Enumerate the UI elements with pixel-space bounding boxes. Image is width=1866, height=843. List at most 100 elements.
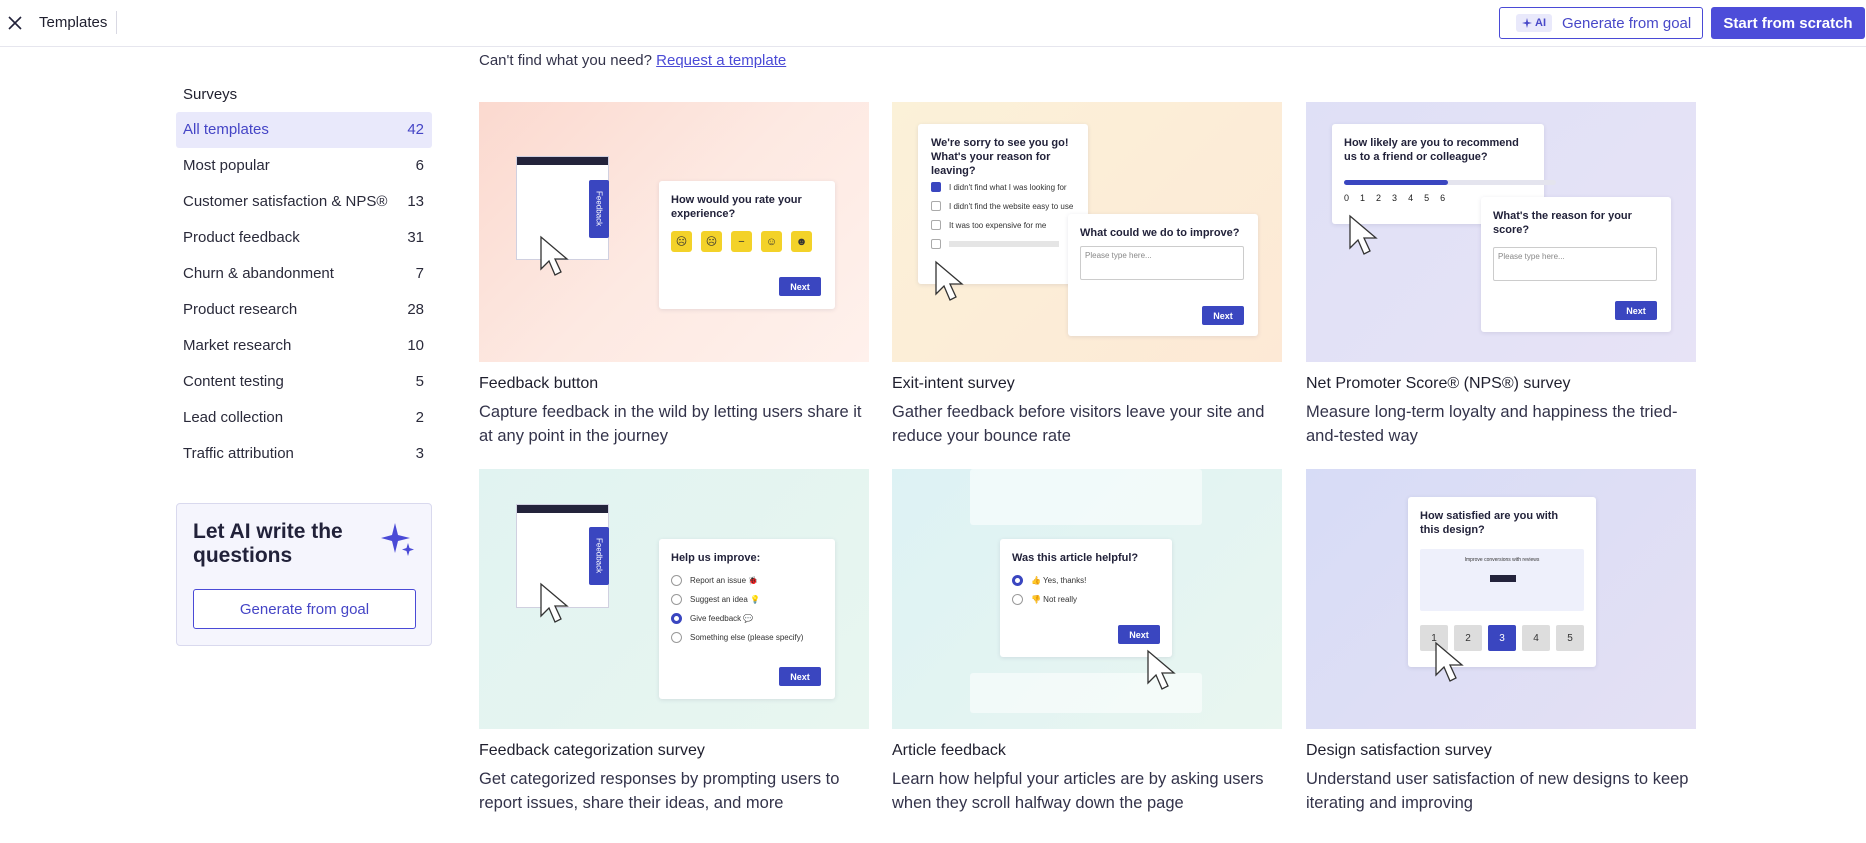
sidebar-item-label: Market research <box>183 337 292 354</box>
love-face-icon: ☻ <box>791 231 812 252</box>
exit-question: We're sorry to see you go! What's your r… <box>931 137 1069 177</box>
exit-option <box>931 239 1073 249</box>
exit-options: I didn't find what I was looking for I d… <box>931 182 1073 249</box>
template-card-design-satisfaction[interactable]: How satisfied are you with this design? … <box>1306 469 1696 815</box>
exit-option: I didn't find what I was looking for <box>931 182 1073 192</box>
card-title[interactable]: Net Promoter Score® (NPS®) survey <box>1306 374 1696 394</box>
cursor-icon <box>1147 649 1176 690</box>
reason-input: Please type here... <box>1493 247 1657 281</box>
category-option: Something else (please specify) <box>671 632 803 643</box>
feedback-tab: Feedback <box>589 527 609 585</box>
sad-face-icon: ☹ <box>701 231 722 252</box>
sidebar-item-lead-collection[interactable]: Lead collection 2 <box>176 400 432 436</box>
card-title[interactable]: Design satisfaction survey <box>1306 741 1696 761</box>
template-preview[interactable]: How likely are you to recommend us to a … <box>1306 102 1696 362</box>
card-title[interactable]: Article feedback <box>892 741 1282 761</box>
sparkle-icon <box>381 523 414 556</box>
categorization-panel: Help us improve: Report an issue 🐞 Sugge… <box>659 539 835 699</box>
sidebar-item-count: 6 <box>415 157 424 174</box>
ai-promo-title: Let AI write the questions <box>193 520 343 567</box>
sidebar-item-label: All templates <box>183 121 269 138</box>
sidebar-item-count: 10 <box>407 337 424 354</box>
ai-badge: AI <box>1516 14 1552 32</box>
template-preview[interactable]: Was this article helpful? 👍 Yes, thanks!… <box>892 469 1282 729</box>
exit-option: It was too expensive for me <box>931 220 1073 230</box>
sidebar-item-product-feedback[interactable]: Product feedback 31 <box>176 220 432 256</box>
sidebar-item-count: 7 <box>415 265 424 282</box>
generate-from-goal-label: Generate from goal <box>1562 14 1692 32</box>
article-question: Was this article helpful? <box>1012 552 1139 564</box>
start-from-scratch-button[interactable]: Start from scratch <box>1711 7 1865 39</box>
sparkle-icon <box>1522 18 1532 28</box>
sidebar-item-market-research[interactable]: Market research 10 <box>176 328 432 364</box>
cursor-icon <box>540 235 569 276</box>
next-button: Next <box>1118 625 1160 644</box>
card-description: Understand user satisfaction of new desi… <box>1306 770 1689 812</box>
rating-question: How would you rate your experience? <box>671 194 802 220</box>
reason-panel: What's the reason for your score? Please… <box>1481 197 1671 332</box>
article-option: 👎 Not really <box>1012 594 1086 605</box>
template-card-nps[interactable]: How likely are you to recommend us to a … <box>1306 102 1696 448</box>
card-title[interactable]: Feedback categorization survey <box>479 741 869 761</box>
sidebar-item-customer-satisfaction[interactable]: Customer satisfaction & NPS® 13 <box>176 184 432 220</box>
template-preview[interactable]: Feedback How would you rate your experie… <box>479 102 869 362</box>
design-question: How satisfied are you with this design? <box>1420 510 1559 536</box>
improve-input: Please type here... <box>1080 246 1244 280</box>
template-card-feedback-categorization[interactable]: Feedback Help us improve: Report an issu… <box>479 469 869 815</box>
template-card-feedback-button[interactable]: Feedback How would you rate your experie… <box>479 102 869 448</box>
template-card-article-feedback[interactable]: Was this article helpful? 👍 Yes, thanks!… <box>892 469 1282 815</box>
template-preview[interactable]: Feedback Help us improve: Report an issu… <box>479 469 869 729</box>
sidebar-item-count: 13 <box>407 193 424 210</box>
sidebar-item-label: Product feedback <box>183 229 300 246</box>
card-title[interactable]: Feedback button <box>479 374 869 394</box>
next-button: Next <box>779 277 821 296</box>
sidebar-item-label: Traffic attribution <box>183 445 294 462</box>
sidebar-item-label: Most popular <box>183 157 270 174</box>
close-icon[interactable] <box>4 12 26 34</box>
design-banner-button <box>1490 575 1516 582</box>
card-title[interactable]: Exit-intent survey <box>892 374 1282 394</box>
article-panel: Was this article helpful? 👍 Yes, thanks!… <box>1000 539 1172 657</box>
sidebar-item-label: Customer satisfaction & NPS® <box>183 193 388 210</box>
request-template-link[interactable]: Request a template <box>656 52 786 69</box>
sidebar-item-most-popular[interactable]: Most popular 6 <box>176 148 432 184</box>
nps-slider-fill <box>1344 180 1448 185</box>
cant-find-text: Can't find what you need? <box>479 52 652 69</box>
card-description: Capture feedback in the wild by letting … <box>479 403 862 445</box>
emoji-scale: ☹ ☹ − ☺ ☻ <box>671 231 812 252</box>
categorization-options: Report an issue 🐞 Suggest an idea 💡 Give… <box>671 575 803 643</box>
sidebar-item-count: 28 <box>407 301 424 318</box>
exit-option: I didn't find the website easy to use <box>931 201 1073 211</box>
sidebar-item-churn[interactable]: Churn & abandonment 7 <box>176 256 432 292</box>
top-bar: Templates AI Generate from goal Start fr… <box>0 0 1866 47</box>
template-card-exit-intent[interactable]: We're sorry to see you go! What's your r… <box>892 102 1282 448</box>
request-template-line: Can't find what you need? Request a temp… <box>479 52 786 69</box>
sidebar-item-product-research[interactable]: Product research 28 <box>176 292 432 328</box>
card-description: Measure long-term loyalty and happiness … <box>1306 403 1678 445</box>
sidebar-item-traffic-attribution[interactable]: Traffic attribution 3 <box>176 436 432 472</box>
sidebar-item-content-testing[interactable]: Content testing 5 <box>176 364 432 400</box>
generate-from-goal-button[interactable]: AI Generate from goal <box>1499 7 1703 39</box>
cursor-icon <box>540 582 569 623</box>
sidebar-item-count: 3 <box>415 445 424 462</box>
divider <box>116 11 117 34</box>
card-description: Gather feedback before visitors leave yo… <box>892 403 1265 445</box>
ai-badge-label: AI <box>1535 17 1546 29</box>
nps-scale: 0123456 <box>1344 193 1446 203</box>
neutral-face-icon: − <box>731 231 752 252</box>
cursor-icon <box>1349 214 1378 255</box>
reason-question: What's the reason for your score? <box>1493 210 1632 236</box>
categorization-question: Help us improve: <box>671 552 761 564</box>
design-mockup: Improve conversions with reviews <box>1420 549 1584 611</box>
sidebar-item-all-templates[interactable]: All templates 42 <box>176 111 432 148</box>
page-block <box>970 469 1202 525</box>
design-banner-text: Improve conversions with reviews <box>1464 557 1540 563</box>
template-preview[interactable]: How satisfied are you with this design? … <box>1306 469 1696 729</box>
sidebar-item-count: 5 <box>415 373 424 390</box>
angry-face-icon: ☹ <box>671 231 692 252</box>
ai-generate-button[interactable]: Generate from goal <box>193 589 416 629</box>
sidebar-item-label: Lead collection <box>183 409 284 426</box>
feedback-tab: Feedback <box>589 180 609 238</box>
sidebar-heading: Surveys <box>183 86 238 103</box>
template-preview[interactable]: We're sorry to see you go! What's your r… <box>892 102 1282 362</box>
